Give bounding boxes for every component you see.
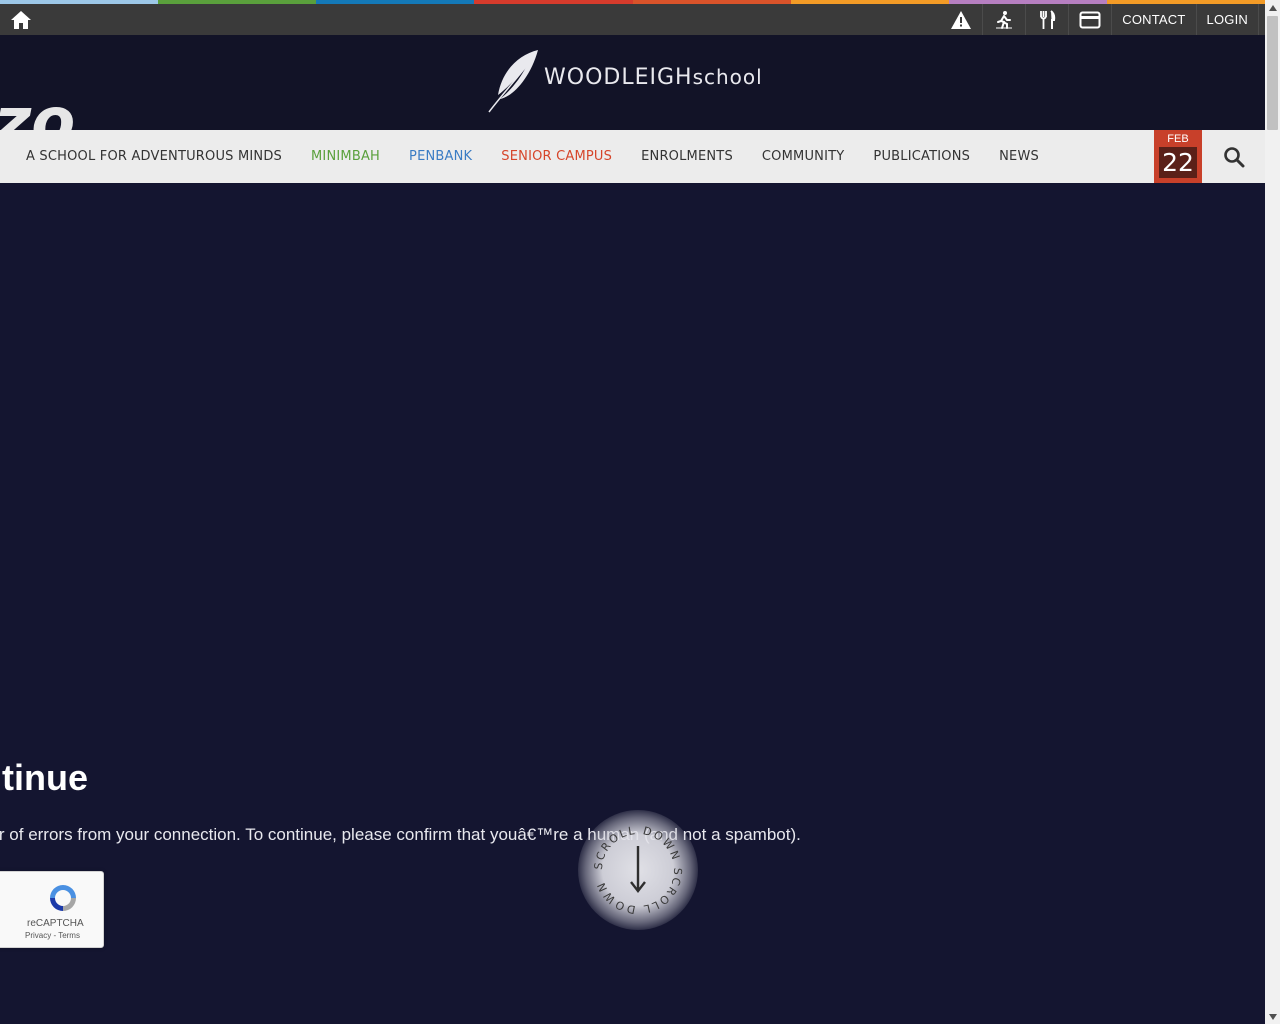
nav-item-news[interactable]: NEWS — [999, 149, 1039, 164]
utility-links: CONTACT LOGIN — [940, 4, 1259, 35]
home-icon[interactable] — [8, 8, 34, 32]
nav-item-a-school-for-adventurous-minds[interactable]: A SCHOOL FOR ADVENTUROUS MINDS — [26, 149, 282, 164]
scroll-up-arrow-icon[interactable] — [1265, 0, 1280, 15]
cutlery-icon[interactable] — [1025, 4, 1068, 35]
arrow-down-icon — [630, 846, 646, 893]
running-icon[interactable] — [982, 4, 1025, 35]
nav-item-minimbah[interactable]: MINIMBAH — [311, 149, 380, 164]
date-month: FEB — [1167, 133, 1189, 145]
nav-item-publications[interactable]: PUBLICATIONS — [873, 149, 970, 164]
scroll-down-arrow-icon[interactable] — [1265, 1009, 1280, 1024]
date-day: 22 — [1159, 147, 1197, 178]
scrollbar-thumb[interactable] — [1267, 16, 1278, 130]
card-icon[interactable] — [1068, 4, 1111, 35]
logo-wordmark: WOODLEIGH — [544, 65, 693, 90]
main-nav: A SCHOOL FOR ADVENTUROUS MINDS MINIMBAH PE… — [0, 130, 1265, 183]
nav-items: A SCHOOL FOR ADVENTUROUS MINDS MINIMBAH PE… — [26, 130, 1068, 183]
logo-school-text: school — [692, 65, 763, 89]
recaptcha-label: reCAPTCHA — [27, 918, 84, 929]
page-viewport: CONTACT LOGIN WOODLEIGH school zo A SCHO… — [0, 0, 1265, 1024]
contact-link[interactable]: CONTACT — [1111, 4, 1195, 35]
recaptcha-privacy-terms[interactable]: Privacy - Terms — [25, 931, 80, 940]
utility-bar: CONTACT LOGIN — [0, 4, 1265, 35]
nav-item-community[interactable]: COMMUNITY — [762, 149, 845, 164]
site-header: WOODLEIGH school — [0, 35, 1265, 130]
warning-icon[interactable] — [940, 4, 982, 35]
search-icon[interactable] — [1220, 143, 1248, 171]
feather-icon — [488, 50, 538, 113]
nav-item-senior-campus[interactable]: SENIOR CAMPUS — [501, 149, 612, 164]
recaptcha-icon — [50, 885, 76, 911]
date-badge[interactable]: FEB 22 — [1154, 130, 1202, 183]
challenge-title: ntinue — [0, 757, 88, 798]
nav-item-penbank[interactable]: PENBANK — [409, 149, 472, 164]
nav-item-enrolments[interactable]: ENROLMENTS — [641, 149, 733, 164]
recaptcha-badge[interactable]: reCAPTCHA Privacy - Terms — [0, 871, 104, 948]
scroll-down-button[interactable]: SCROLL DOWN SCROLL DOWN — [578, 810, 698, 930]
login-link[interactable]: LOGIN — [1195, 4, 1259, 35]
school-logo[interactable]: WOODLEIGH school — [488, 49, 763, 113]
page-scrollbar[interactable] — [1265, 0, 1280, 1024]
